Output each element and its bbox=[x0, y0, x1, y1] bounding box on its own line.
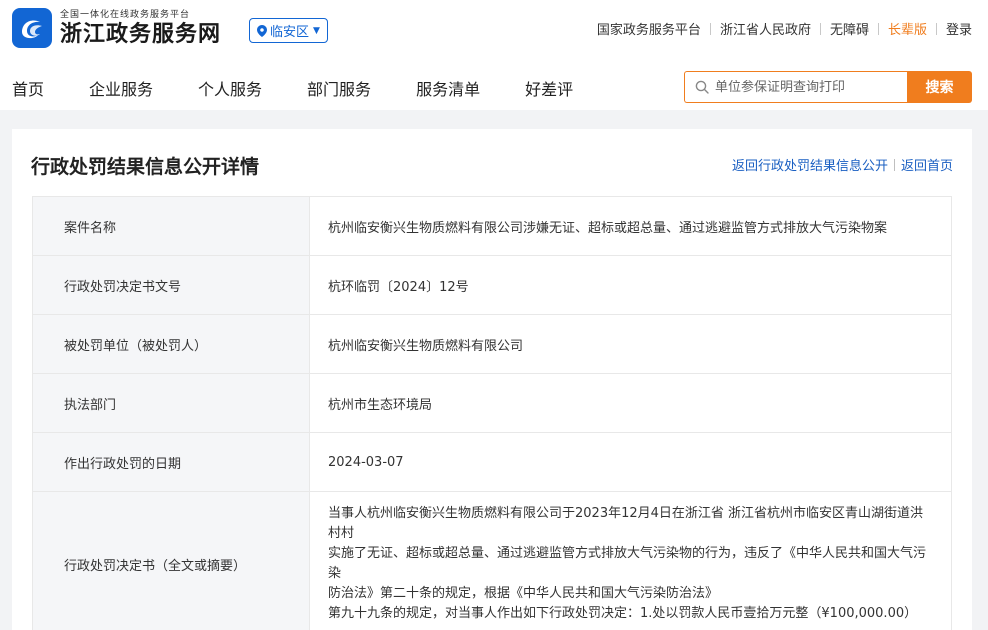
logo-emblem-icon bbox=[12, 8, 52, 48]
table-row: 行政处罚决定书文号 杭环临罚〔2024〕12号 bbox=[32, 255, 952, 315]
divider bbox=[819, 22, 821, 35]
detail-panel: 行政处罚结果信息公开详情 返回行政处罚结果信息公开 返回首页 案件名称 杭州临安… bbox=[12, 129, 972, 630]
link-elder-mode[interactable]: 长辈版 bbox=[888, 19, 927, 38]
search-icon bbox=[695, 80, 709, 94]
field-value-decision-text: 当事人杭州临安衡兴生物质燃料有限公司于2023年12月4日在浙江省 浙江省杭州市… bbox=[309, 491, 952, 630]
page-title: 行政处罚结果信息公开详情 bbox=[31, 156, 260, 178]
search-button[interactable]: 搜索 bbox=[907, 71, 972, 103]
link-national-platform[interactable]: 国家政务服务平台 bbox=[597, 19, 701, 38]
field-label: 作出行政处罚的日期 bbox=[32, 432, 310, 492]
back-home-link[interactable]: 返回首页 bbox=[901, 155, 953, 174]
field-value: 杭州临安衡兴生物质燃料有限公司 bbox=[309, 314, 952, 374]
field-label: 案件名称 bbox=[32, 196, 310, 256]
nav-item-home[interactable]: 首页 bbox=[12, 76, 44, 100]
chevron-down-icon: ▼ bbox=[313, 25, 320, 36]
divider bbox=[877, 22, 879, 35]
divider bbox=[893, 158, 895, 171]
field-label: 行政处罚决定书文号 bbox=[32, 255, 310, 315]
nav-item-enterprise[interactable]: 企业服务 bbox=[89, 76, 153, 100]
nav-item-rating[interactable]: 好差评 bbox=[525, 76, 573, 100]
decision-text-line: 第九十九条的规定，对当事人作出如下行政处罚决定：1.处以罚款人民币壹拾万元整（¥… bbox=[328, 606, 918, 621]
search-input[interactable] bbox=[715, 79, 895, 95]
site-header: 全国一体化在线政务服务平台 浙江政务服务网 临安区 ▼ 国家政务服务平台 浙江省… bbox=[0, 0, 988, 110]
site-logo[interactable]: 全国一体化在线政务服务平台 浙江政务服务网 bbox=[12, 8, 221, 48]
nav-item-personal[interactable]: 个人服务 bbox=[198, 76, 262, 100]
divider bbox=[709, 22, 711, 35]
search-bar: 搜索 bbox=[684, 71, 972, 103]
region-selector[interactable]: 临安区 ▼ bbox=[249, 18, 328, 43]
field-value: 杭环临罚〔2024〕12号 bbox=[309, 255, 952, 315]
table-row: 作出行政处罚的日期 2024-03-07 bbox=[32, 432, 952, 492]
field-label: 执法部门 bbox=[32, 373, 310, 433]
location-pin-icon bbox=[257, 24, 267, 37]
search-field bbox=[684, 71, 907, 103]
field-value: 杭州市生态环境局 bbox=[309, 373, 952, 433]
divider bbox=[935, 22, 937, 35]
link-provincial-government[interactable]: 浙江省人民政府 bbox=[720, 19, 811, 38]
nav-item-department[interactable]: 部门服务 bbox=[307, 76, 371, 100]
top-links: 国家政务服务平台 浙江省人民政府 无障碍 长辈版 登录 bbox=[597, 19, 972, 38]
table-row: 行政处罚决定书（全文或摘要） 当事人杭州临安衡兴生物质燃料有限公司于2023年1… bbox=[32, 491, 952, 630]
field-value: 杭州临安衡兴生物质燃料有限公司涉嫌无证、超标或超总量、通过逃避监管方式排放大气污… bbox=[309, 196, 952, 256]
decision-text-line: 防治法》第二十条的规定，根据《中华人民共和国大气污染防治法》 bbox=[328, 586, 719, 601]
logo-title: 浙江政务服务网 bbox=[60, 21, 222, 47]
field-label: 行政处罚决定书（全文或摘要） bbox=[32, 491, 310, 630]
field-value: 2024-03-07 bbox=[309, 432, 952, 492]
decision-text-line: 当事人杭州临安衡兴生物质燃料有限公司于2023年12月4日在浙江省 浙江省杭州市… bbox=[328, 506, 924, 541]
table-row: 案件名称 杭州临安衡兴生物质燃料有限公司涉嫌无证、超标或超总量、通过逃避监管方式… bbox=[32, 196, 952, 256]
field-label: 被处罚单位（被处罚人） bbox=[32, 314, 310, 374]
detail-table: 案件名称 杭州临安衡兴生物质燃料有限公司涉嫌无证、超标或超总量、通过逃避监管方式… bbox=[32, 196, 952, 630]
table-row: 被处罚单位（被处罚人） 杭州临安衡兴生物质燃料有限公司 bbox=[32, 314, 952, 374]
logo-subtitle: 全国一体化在线政务服务平台 bbox=[60, 10, 191, 20]
main-nav: 首页 企业服务 个人服务 部门服务 服务清单 好差评 bbox=[12, 76, 618, 100]
decision-text-line: 实施了无证、超标或超总量、通过逃避监管方式排放大气污染物的行为，违反了《中华人民… bbox=[328, 546, 927, 581]
login-link[interactable]: 登录 bbox=[946, 19, 972, 38]
link-accessibility[interactable]: 无障碍 bbox=[830, 19, 869, 38]
nav-item-service-list[interactable]: 服务清单 bbox=[416, 76, 480, 100]
back-to-list-link[interactable]: 返回行政处罚结果信息公开 bbox=[732, 155, 888, 174]
panel-links: 返回行政处罚结果信息公开 返回首页 bbox=[732, 155, 953, 174]
region-label: 临安区 bbox=[270, 25, 310, 40]
table-row: 执法部门 杭州市生态环境局 bbox=[32, 373, 952, 433]
